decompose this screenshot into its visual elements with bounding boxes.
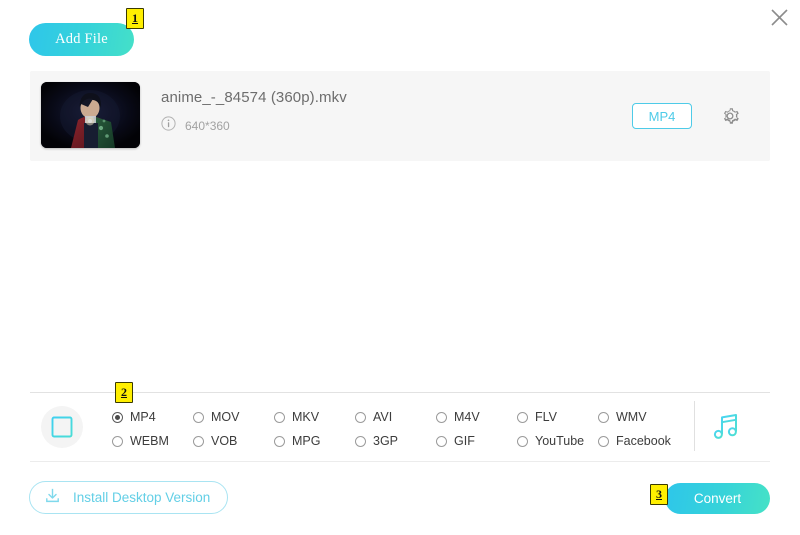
- format-option-mp4[interactable]: MP4: [112, 410, 193, 424]
- format-option-label: MPG: [292, 434, 321, 448]
- format-option-label: YouTube: [535, 434, 585, 448]
- format-options: MP4 MOV MKV AVI M4V FLV WMV WEBM VOB MPG 3GP GIF You…: [112, 405, 682, 453]
- step-badge-2: 2: [115, 382, 133, 403]
- format-option-facebook[interactable]: Facebook: [598, 434, 690, 448]
- add-file-button[interactable]: Add File: [29, 23, 134, 56]
- music-note-icon[interactable]: [708, 408, 744, 446]
- file-meta: anime_-_84574 (360p).mkv 640*360: [161, 89, 347, 136]
- file-name: anime_-_84574 (360p).mkv: [161, 89, 347, 106]
- radio-icon[interactable]: [355, 435, 366, 447]
- format-option-mkv[interactable]: MKV: [274, 410, 355, 424]
- format-option-label: WMV: [616, 410, 647, 424]
- info-icon: [161, 116, 176, 136]
- format-option-label: Facebook: [616, 434, 671, 448]
- format-option-label: FLV: [535, 410, 557, 424]
- step-badge-3: 3: [650, 484, 668, 505]
- video-thumbnail[interactable]: [41, 82, 140, 148]
- format-option-label: VOB: [211, 434, 238, 448]
- divider-top: [30, 392, 770, 393]
- format-option-wmv[interactable]: WMV: [598, 410, 690, 424]
- converter-window: Add File 1 2 3 anime_-_84574 (360p).mkv …: [0, 0, 800, 535]
- film-strip-icon[interactable]: [41, 406, 83, 448]
- format-option-label: MKV: [292, 410, 320, 424]
- radio-icon[interactable]: [517, 411, 528, 423]
- step-badge-1: 1: [126, 8, 144, 29]
- radio-icon[interactable]: [598, 435, 609, 447]
- radio-icon[interactable]: [355, 411, 366, 423]
- format-option-youtube[interactable]: YouTube: [517, 434, 598, 448]
- format-option-label: GIF: [454, 434, 475, 448]
- format-option-webm[interactable]: WEBM: [112, 434, 193, 448]
- download-icon: [43, 486, 62, 510]
- format-option-label: MOV: [211, 410, 240, 424]
- divider-vertical: [694, 401, 695, 451]
- format-option-3gp[interactable]: 3GP: [355, 434, 436, 448]
- radio-icon[interactable]: [112, 435, 123, 447]
- format-option-label: AVI: [373, 410, 393, 424]
- file-sub-info: 640*360: [161, 116, 347, 136]
- gear-icon[interactable]: [716, 102, 744, 130]
- radio-icon[interactable]: [193, 435, 204, 447]
- radio-icon[interactable]: [436, 411, 447, 423]
- format-option-gif[interactable]: GIF: [436, 434, 517, 448]
- format-option-mpg[interactable]: MPG: [274, 434, 355, 448]
- radio-icon[interactable]: [436, 435, 447, 447]
- format-option-mov[interactable]: MOV: [193, 410, 274, 424]
- file-resolution: 640*360: [185, 119, 230, 133]
- file-list-item[interactable]: anime_-_84574 (360p).mkv 640*360 MP4: [30, 71, 770, 161]
- format-option-avi[interactable]: AVI: [355, 410, 436, 424]
- radio-icon[interactable]: [517, 435, 528, 447]
- radio-icon[interactable]: [274, 411, 285, 423]
- radio-icon[interactable]: [598, 411, 609, 423]
- format-option-m4v[interactable]: M4V: [436, 410, 517, 424]
- format-option-label: M4V: [454, 410, 480, 424]
- radio-icon[interactable]: [193, 411, 204, 423]
- format-option-flv[interactable]: FLV: [517, 410, 598, 424]
- format-option-vob[interactable]: VOB: [193, 434, 274, 448]
- add-file-area: Add File: [29, 23, 134, 56]
- format-option-label: MP4: [130, 410, 156, 424]
- install-desktop-version-button[interactable]: Install Desktop Version: [29, 481, 229, 514]
- divider-bottom: [30, 461, 770, 462]
- radio-icon[interactable]: [274, 435, 285, 447]
- install-desktop-version-label: Install Desktop Version: [73, 490, 211, 505]
- format-option-label: 3GP: [373, 434, 399, 448]
- output-format-button[interactable]: MP4: [632, 103, 692, 129]
- radio-icon[interactable]: [112, 411, 123, 423]
- format-option-label: WEBM: [130, 434, 169, 448]
- close-icon[interactable]: [764, 2, 794, 32]
- convert-button[interactable]: Convert: [665, 483, 770, 514]
